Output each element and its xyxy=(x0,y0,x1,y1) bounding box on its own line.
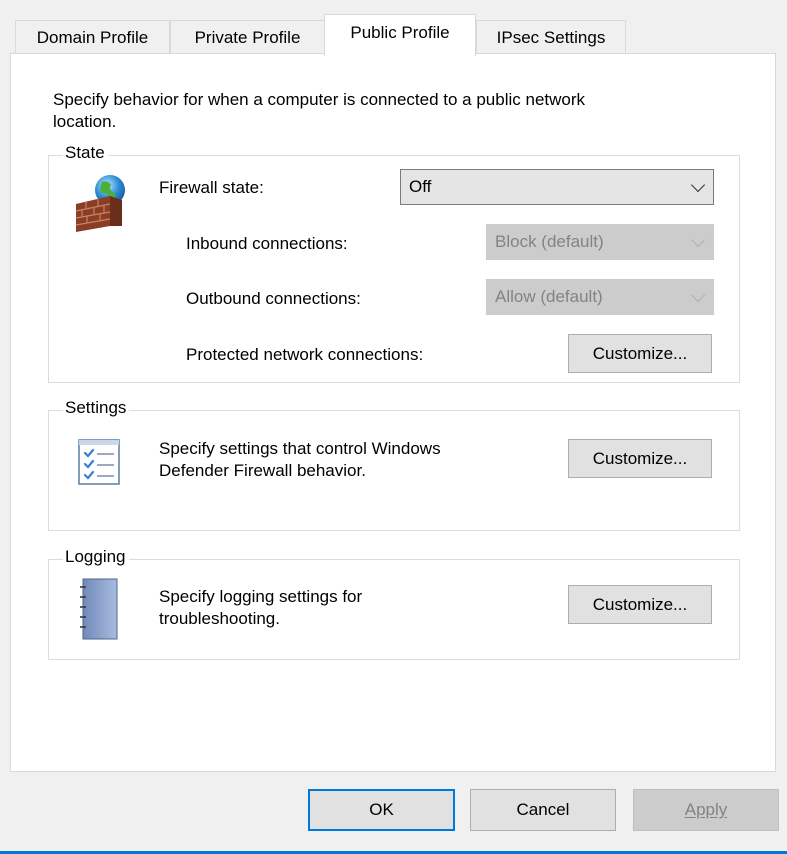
profile-description-line2: location. xyxy=(53,112,117,131)
tab-private-profile[interactable]: Private Profile xyxy=(170,20,325,54)
state-group-label: State xyxy=(63,143,108,163)
chevron-down-icon xyxy=(690,232,706,248)
inbound-connections-value: Block (default) xyxy=(495,232,604,251)
tab-label: Private Profile xyxy=(194,27,301,47)
settings-group: Settings Specify settings that control W… xyxy=(48,398,740,531)
logging-description-line2: troubleshooting. xyxy=(159,609,280,628)
firewall-state-label: Firewall state: xyxy=(159,178,264,197)
tab-public-profile[interactable]: Public Profile xyxy=(324,14,476,56)
settings-customize-button[interactable]: Customize... xyxy=(568,439,712,478)
checklist-icon xyxy=(78,439,120,485)
outbound-connections-label: Outbound connections: xyxy=(186,289,361,308)
settings-group-label: Settings xyxy=(63,398,130,418)
logging-group-label: Logging xyxy=(63,547,129,567)
settings-description-line2: Defender Firewall behavior. xyxy=(159,461,366,480)
apply-button[interactable]: Apply xyxy=(633,789,779,831)
protected-connections-customize-button[interactable]: Customize... xyxy=(568,334,712,373)
firewall-brick-globe-icon xyxy=(75,175,125,232)
button-label: Apply xyxy=(684,800,728,819)
cancel-button[interactable]: Cancel xyxy=(470,789,616,831)
logging-description-line1: Specify logging settings for xyxy=(159,587,363,606)
inbound-connections-select[interactable]: Block (default) xyxy=(486,224,714,260)
chevron-down-icon xyxy=(690,177,706,193)
button-label: Cancel xyxy=(516,800,570,819)
ok-button[interactable]: OK xyxy=(308,789,455,831)
logging-group: Logging Specify logging settings for tro… xyxy=(48,547,740,660)
button-label: Customize... xyxy=(592,343,688,363)
profile-description-line1: Specify behavior for when a computer is … xyxy=(53,90,586,109)
outbound-connections-value: Allow (default) xyxy=(495,287,603,306)
tab-label: IPsec Settings xyxy=(496,27,606,47)
tab-label: Domain Profile xyxy=(36,27,149,47)
tab-label: Public Profile xyxy=(350,23,450,42)
outbound-connections-select[interactable]: Allow (default) xyxy=(486,279,714,315)
tab-panel-public-profile: Specify behavior for when a computer is … xyxy=(10,53,776,772)
tab-domain-profile[interactable]: Domain Profile xyxy=(15,20,170,54)
chevron-down-icon xyxy=(690,287,706,303)
inbound-connections-label: Inbound connections: xyxy=(186,234,348,253)
logging-customize-button[interactable]: Customize... xyxy=(568,585,712,624)
state-group: State Firewall state: Off Inbound connec… xyxy=(48,143,740,383)
firewall-state-select[interactable]: Off xyxy=(400,169,714,205)
button-label: Customize... xyxy=(592,594,688,614)
protected-network-connections-label: Protected network connections: xyxy=(186,345,424,364)
button-label: Customize... xyxy=(592,448,688,468)
settings-description-line1: Specify settings that control Windows xyxy=(159,439,441,458)
button-label: OK xyxy=(369,800,394,819)
tab-ipsec-settings[interactable]: IPsec Settings xyxy=(476,20,626,54)
notebook-icon xyxy=(80,578,118,640)
firewall-state-value: Off xyxy=(409,177,432,196)
